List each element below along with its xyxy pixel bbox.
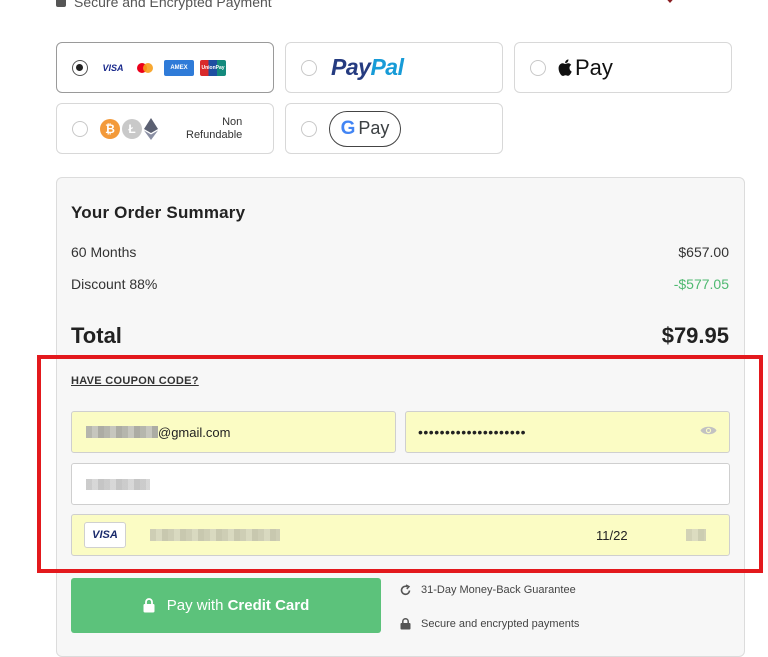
months-label: 60 Months bbox=[71, 244, 137, 260]
googlepay-radio[interactable] bbox=[301, 120, 317, 137]
order-summary-title: Your Order Summary bbox=[71, 203, 246, 222]
amex-logo-icon: AMEX bbox=[164, 59, 194, 76]
unionpay-logo-icon: UnionPay bbox=[200, 59, 226, 76]
total-value: $79.95 bbox=[661, 323, 729, 348]
money-back-guarantee: 31-Day Money-Back Guarantee bbox=[400, 584, 576, 596]
discount-label: Discount 88% bbox=[71, 276, 158, 292]
card-logos: VISA AMEX UnionPay bbox=[100, 59, 226, 76]
crypto-radio[interactable] bbox=[72, 120, 88, 137]
payment-option-crypto[interactable]: ₿ Ł Non Refundable bbox=[56, 103, 274, 154]
lock-icon bbox=[56, 0, 66, 7]
card-radio[interactable] bbox=[72, 59, 88, 76]
secure-payment-heading: Secure and Encrypted Payment bbox=[56, 0, 272, 10]
refresh-icon bbox=[400, 584, 411, 596]
mastercard-logo-icon bbox=[132, 60, 158, 76]
applepay-logo: Pay bbox=[558, 55, 613, 81]
payment-option-googlepay[interactable]: G Pay bbox=[285, 103, 503, 154]
paypal-radio[interactable] bbox=[301, 59, 317, 76]
crypto-logos: ₿ Ł bbox=[100, 117, 158, 140]
google-g-icon: G bbox=[340, 117, 356, 139]
apple-icon bbox=[558, 59, 572, 76]
payment-option-applepay[interactable]: Pay bbox=[514, 42, 732, 93]
pay-button-emphasis: Credit Card bbox=[227, 597, 310, 614]
payment-option-card[interactable]: VISA AMEX UnionPay bbox=[56, 42, 274, 93]
paypal-logo: PayPal bbox=[331, 54, 404, 80]
applepay-radio[interactable] bbox=[530, 59, 546, 76]
secure-payments-note: Secure and encrypted payments bbox=[400, 618, 579, 630]
secure-payment-text: Secure and Encrypted Payment bbox=[74, 0, 272, 10]
litecoin-icon: Ł bbox=[122, 118, 142, 139]
bitcoin-icon: ₿ bbox=[100, 118, 120, 139]
total-label: Total bbox=[71, 323, 122, 348]
brand-logo-icon bbox=[667, 0, 673, 3]
discount-value: -$577.05 bbox=[673, 276, 729, 292]
months-price: $657.00 bbox=[678, 244, 729, 260]
summary-line-months: 60 Months $657.00 bbox=[71, 244, 729, 260]
total-row: Total $79.95 bbox=[71, 323, 729, 349]
googlepay-logo: G Pay bbox=[329, 110, 401, 147]
visa-logo-icon: VISA bbox=[102, 62, 124, 73]
non-refundable-note: Non Refundable bbox=[186, 115, 243, 141]
summary-line-discount: Discount 88% -$577.05 bbox=[71, 276, 729, 292]
payment-option-paypal[interactable]: PayPal bbox=[285, 42, 503, 93]
pay-button-prefix: Pay with bbox=[166, 597, 224, 614]
pay-with-credit-card-button[interactable]: Pay with Credit Card bbox=[71, 578, 381, 633]
annotation-highlight-box bbox=[37, 355, 763, 573]
lock-icon bbox=[143, 598, 155, 613]
ethereum-icon bbox=[144, 117, 158, 140]
lock-icon bbox=[400, 618, 411, 630]
